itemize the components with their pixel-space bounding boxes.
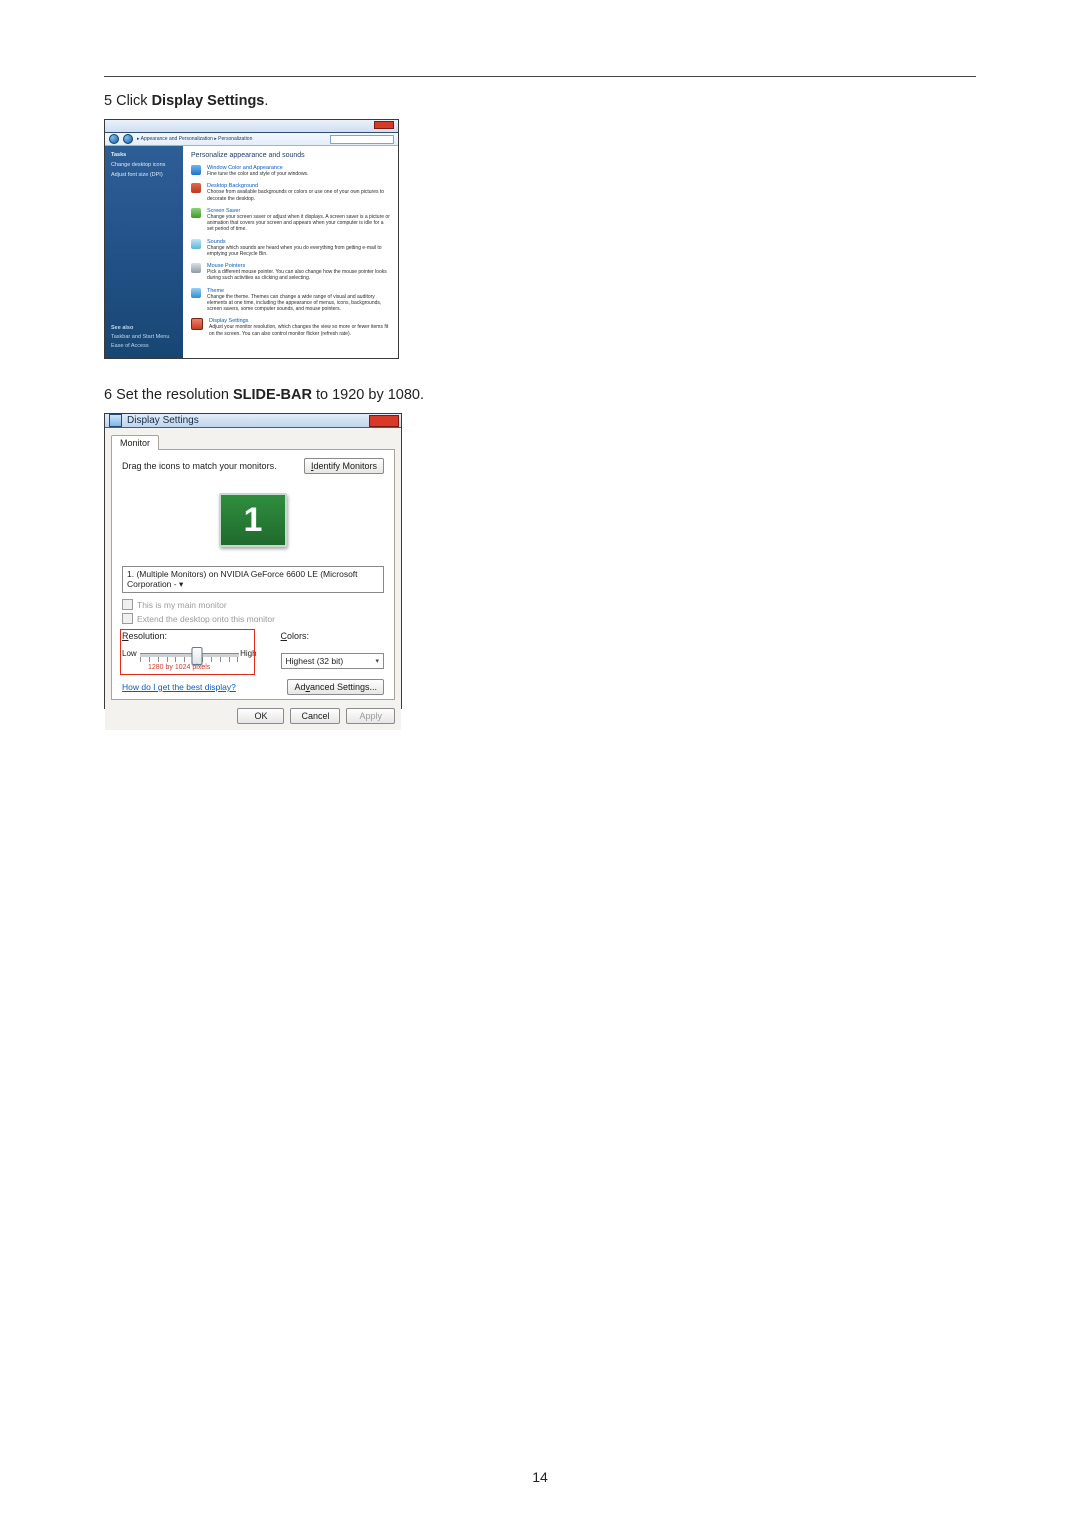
window-titlebar <box>105 120 398 133</box>
screensaver-icon <box>191 208 201 218</box>
help-link[interactable]: How do I get the best display? <box>122 682 236 692</box>
close-icon[interactable] <box>369 415 399 427</box>
tab-panel: Drag the icons to match your monitors. I… <box>111 449 395 700</box>
item-color: Window Color and Appearance Fine tune th… <box>191 165 390 177</box>
cancel-button[interactable]: Cancel <box>290 708 340 724</box>
sidebar-seealso-link[interactable]: Ease of Access <box>111 343 177 349</box>
display-settings-dialog: Display Settings Monitor Drag the icons … <box>104 413 402 709</box>
item-display-settings: Display Settings Adjust your monitor res… <box>191 318 390 337</box>
dialog-titlebar: Display Settings <box>105 414 401 428</box>
sound-icon <box>191 239 201 249</box>
apply-button: Apply <box>346 708 395 724</box>
item-desc: Choose from available backgrounds or col… <box>207 189 390 202</box>
step-6-number: 6 <box>104 387 112 403</box>
sidebar-tasks-header: Tasks <box>111 152 177 158</box>
top-rule <box>104 76 976 77</box>
chk-extend-label: Extend the desktop onto this monitor <box>137 614 275 624</box>
search-input[interactable] <box>330 135 394 144</box>
page-title: Personalize appearance and sounds <box>191 152 390 159</box>
slider-low-label: Low <box>122 649 137 658</box>
item-screensaver: Screen Saver Change your screen saver or… <box>191 208 390 233</box>
step-6-text: 6 Set the resolution SLIDE-BAR to 1920 b… <box>104 387 976 403</box>
step-6-suffix: to 1920 by 1080. <box>312 387 424 403</box>
sidebar: Tasks Change desktop icons Adjust font s… <box>105 146 183 358</box>
advanced-settings-button[interactable]: Advanced Settings... <box>287 679 384 695</box>
monitor-1-icon[interactable]: 1 <box>219 493 287 547</box>
resolution-slider[interactable]: Low High 1280 by 1024 pixels <box>122 643 257 669</box>
item-theme: Theme Change the theme. Themes can chang… <box>191 288 390 313</box>
drag-instruction: Drag the icons to match your monitors. <box>122 461 277 471</box>
breadcrumb[interactable]: ▸ Appearance and Personalization ▸ Perso… <box>137 136 252 142</box>
page-number: 14 <box>532 1469 548 1485</box>
sidebar-task-link[interactable]: Change desktop icons <box>111 162 177 168</box>
chk-extend-desktop: Extend the desktop onto this monitor <box>122 613 384 624</box>
slider-thumb[interactable] <box>192 647 203 665</box>
nav-back-icon[interactable] <box>109 134 119 144</box>
sidebar-task-link[interactable]: Adjust font size (DPI) <box>111 172 177 178</box>
item-desc: Change the theme. Themes can change a wi… <box>207 294 390 313</box>
content-panel: Personalize appearance and sounds Window… <box>183 146 398 358</box>
step-5-prefix: Click <box>112 93 151 109</box>
dialog-icon <box>109 414 122 427</box>
close-icon[interactable] <box>374 121 394 129</box>
identify-monitors-button[interactable]: Identify Monitors <box>304 458 384 474</box>
step-6-prefix: Set the resolution <box>112 387 233 403</box>
item-desc: Fine tune the color and style of your wi… <box>207 171 308 177</box>
monitor-select[interactable]: 1. (Multiple Monitors) on NVIDIA GeForce… <box>122 566 384 593</box>
ok-button[interactable]: OK <box>237 708 284 724</box>
personalization-window: ▸ Appearance and Personalization ▸ Perso… <box>104 119 399 359</box>
item-background: Desktop Background Choose from available… <box>191 183 390 202</box>
step-5-number: 5 <box>104 93 112 109</box>
tab-monitor[interactable]: Monitor <box>111 435 159 450</box>
tab-strip: Monitor <box>105 428 401 449</box>
theme-icon <box>191 288 201 298</box>
step-5-text: 5 Click Display Settings. <box>104 93 976 109</box>
color-icon <box>191 165 201 175</box>
item-sounds: Sounds Change which sounds are heard whe… <box>191 239 390 258</box>
nav-fwd-icon[interactable] <box>123 134 133 144</box>
slider-high-label: High <box>240 649 256 658</box>
monitor-preview[interactable]: 1 <box>122 480 384 560</box>
mouse-icon <box>191 263 201 273</box>
dialog-title: Display Settings <box>127 415 199 426</box>
item-desc: Adjust your monitor resolution, which ch… <box>209 324 390 337</box>
slider-ticks <box>140 657 239 662</box>
colors-value: Highest (32 bit) <box>286 656 344 666</box>
colors-label: Colors: <box>281 631 384 641</box>
item-desc: Change which sounds are heard when you d… <box>207 245 390 258</box>
checkbox-icon <box>122 599 133 610</box>
item-desc: Pick a different mouse pointer. You can … <box>207 269 390 282</box>
monitor-icon <box>191 183 201 193</box>
step-5-bold: Display Settings <box>152 93 265 109</box>
chk-main-monitor: This is my main monitor <box>122 599 384 610</box>
step-6-bold: SLIDE-BAR <box>233 387 312 403</box>
chk-main-label: This is my main monitor <box>137 600 227 610</box>
sidebar-seealso-link[interactable]: Taskbar and Start Menu <box>111 334 177 340</box>
sidebar-seealso-header: See also <box>111 325 177 331</box>
colors-select[interactable]: Highest (32 bit) ▾ <box>281 653 384 669</box>
item-desc: Change your screen saver or adjust when … <box>207 214 390 233</box>
resolution-label: Resolution: <box>122 631 257 641</box>
address-bar: ▸ Appearance and Personalization ▸ Perso… <box>105 133 398 146</box>
dialog-buttons: OK Cancel Apply <box>105 700 401 730</box>
item-mouse: Mouse Pointers Pick a different mouse po… <box>191 263 390 282</box>
display-icon <box>191 318 203 330</box>
step-5-suffix: . <box>264 93 268 109</box>
checkbox-icon <box>122 613 133 624</box>
chevron-down-icon: ▾ <box>375 657 379 665</box>
slider-caption: 1280 by 1024 pixels <box>148 664 210 671</box>
